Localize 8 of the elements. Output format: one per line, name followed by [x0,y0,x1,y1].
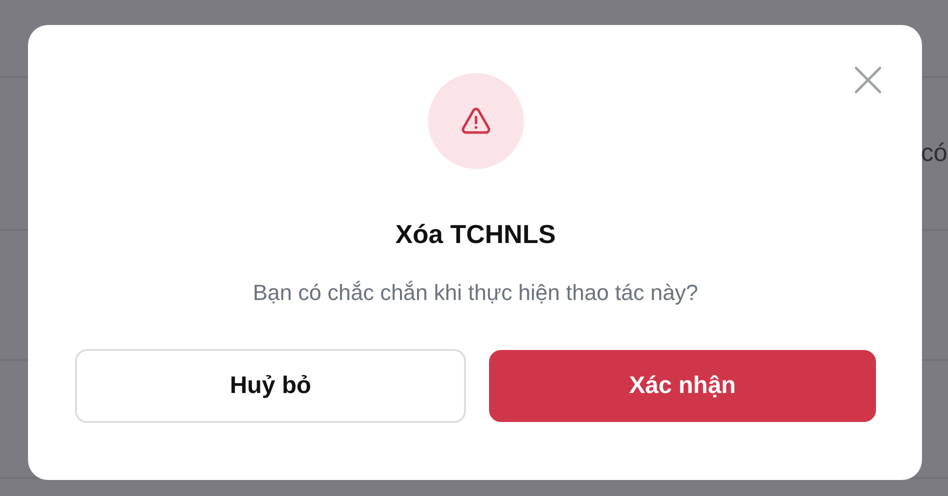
close-button[interactable] [854,66,882,94]
confirm-button[interactable]: Xác nhận [489,350,876,422]
table-cell-text: có [921,139,948,168]
dialog-title: Xóa TCHNLS [395,219,556,250]
warning-icon [460,107,490,135]
cancel-button[interactable]: Huỷ bỏ [75,349,466,423]
dialog-message: Bạn có chắc chắn khi thực hiện thao tác này? [252,280,698,306]
close-icon [854,66,882,94]
